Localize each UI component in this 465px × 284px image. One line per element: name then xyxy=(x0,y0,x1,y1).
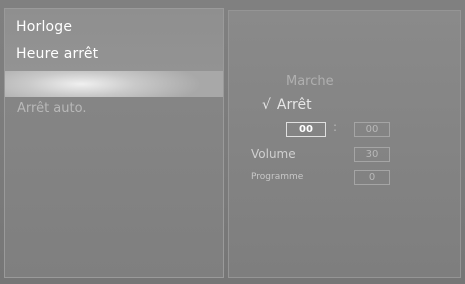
programme-field[interactable]: 0 xyxy=(354,170,390,185)
option-arret-label: Arrêt xyxy=(276,97,312,113)
tv-osd-screen: Horloge Heure arrêt Arrêt auto. Marche √… xyxy=(0,0,465,284)
programme-label: Programme xyxy=(251,172,304,182)
time-separator: : xyxy=(333,120,338,134)
volume-label: Volume xyxy=(251,147,296,161)
menu-item-horloge[interactable]: Horloge xyxy=(16,19,72,35)
volume-field[interactable]: 30 xyxy=(354,147,390,162)
hour-field[interactable]: 00 xyxy=(286,122,326,137)
menu-item-arret-auto[interactable]: Arrêt auto. xyxy=(17,101,86,116)
menu-panel: Horloge Heure arrêt Arrêt auto. xyxy=(4,8,224,278)
option-arret[interactable]: √ Arrêt xyxy=(262,97,312,113)
selection-highlight xyxy=(5,71,223,97)
minute-field[interactable]: 00 xyxy=(354,122,390,137)
check-icon: √ xyxy=(262,97,271,113)
menu-item-heure-arret[interactable]: Heure arrêt xyxy=(16,46,98,62)
option-marche[interactable]: Marche xyxy=(286,74,334,89)
settings-panel: Marche √ Arrêt 00 : 00 Volume 30 Programm… xyxy=(228,10,461,278)
